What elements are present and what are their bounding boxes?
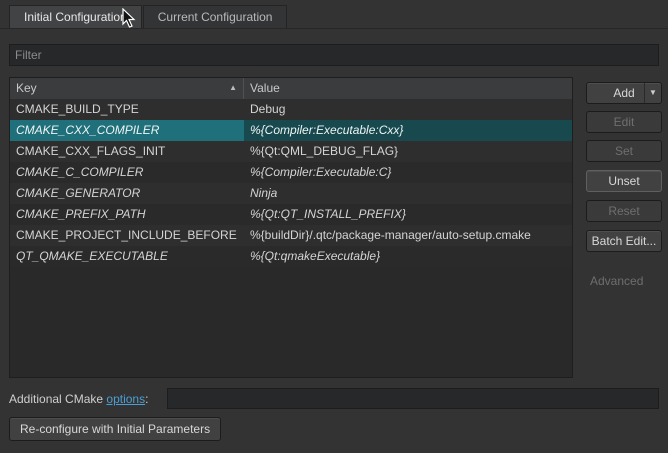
cmake-configuration-panel: Initial Configuration Current Configurat… xyxy=(0,0,668,453)
set-button[interactable]: Set xyxy=(586,140,662,162)
sort-ascending-icon: ▲ xyxy=(229,84,237,92)
table-row[interactable]: CMAKE_PROJECT_INCLUDE_BEFORE%{buildDir}/… xyxy=(10,225,572,246)
row-key[interactable]: CMAKE_PREFIX_PATH xyxy=(10,204,244,225)
row-value[interactable]: Ninja xyxy=(244,183,572,204)
column-header-value-label: Value xyxy=(250,81,280,95)
row-key[interactable]: CMAKE_BUILD_TYPE xyxy=(10,99,244,120)
options-label-suffix: : xyxy=(145,392,148,406)
table-body: CMAKE_BUILD_TYPEDebugCMAKE_CXX_COMPILER%… xyxy=(10,99,572,377)
row-key[interactable]: CMAKE_CXX_FLAGS_INIT xyxy=(10,141,244,162)
table-row[interactable]: QT_QMAKE_EXECUTABLE%{Qt:qmakeExecutable} xyxy=(10,246,572,267)
table-row[interactable]: CMAKE_BUILD_TYPEDebug xyxy=(10,99,572,120)
row-value[interactable]: %{Compiler:Executable:C} xyxy=(244,162,572,183)
add-button[interactable]: Add ▼ xyxy=(586,82,662,104)
column-header-value[interactable]: Value xyxy=(244,78,572,99)
reset-button[interactable]: Reset xyxy=(586,200,662,222)
tab-pane-divider xyxy=(0,28,668,29)
additional-cmake-options-input[interactable] xyxy=(167,388,659,409)
table-header: Key ▲ Value xyxy=(10,78,572,100)
tab-current-configuration[interactable]: Current Configuration xyxy=(143,5,288,28)
column-header-key-label: Key xyxy=(16,81,37,95)
row-key[interactable]: CMAKE_PROJECT_INCLUDE_BEFORE xyxy=(10,225,244,246)
row-value[interactable]: Debug xyxy=(244,99,572,120)
filter-input[interactable] xyxy=(9,44,659,66)
configuration-table: Key ▲ Value CMAKE_BUILD_TYPEDebugCMAKE_C… xyxy=(9,77,573,378)
reconfigure-button[interactable]: Re-configure with Initial Parameters xyxy=(9,417,221,441)
configuration-tabbar: Initial Configuration Current Configurat… xyxy=(9,5,288,28)
row-value[interactable]: %{Compiler:Executable:Cxx} xyxy=(244,120,572,141)
table-row[interactable]: CMAKE_PREFIX_PATH%{Qt:QT_INSTALL_PREFIX} xyxy=(10,204,572,225)
table-row[interactable]: CMAKE_CXX_COMPILER%{Compiler:Executable:… xyxy=(10,120,572,141)
table-row[interactable]: CMAKE_CXX_FLAGS_INIT%{Qt:QML_DEBUG_FLAG} xyxy=(10,141,572,162)
advanced-button[interactable]: Advanced xyxy=(590,274,643,288)
options-link[interactable]: options xyxy=(106,392,145,406)
batch-edit-button[interactable]: Batch Edit... xyxy=(586,230,662,252)
additional-cmake-options-label: Additional CMake options: xyxy=(9,392,148,406)
row-value[interactable]: %{Qt:QML_DEBUG_FLAG} xyxy=(244,141,572,162)
row-key[interactable]: CMAKE_C_COMPILER xyxy=(10,162,244,183)
tab-initial-configuration[interactable]: Initial Configuration xyxy=(9,5,142,28)
add-button-label: Add xyxy=(613,86,634,100)
row-key[interactable]: CMAKE_GENERATOR xyxy=(10,183,244,204)
edit-button[interactable]: Edit xyxy=(586,111,662,133)
table-row[interactable]: CMAKE_C_COMPILER%{Compiler:Executable:C} xyxy=(10,162,572,183)
table-row[interactable]: CMAKE_GENERATORNinja xyxy=(10,183,572,204)
row-value[interactable]: %{Qt:QT_INSTALL_PREFIX} xyxy=(244,204,572,225)
unset-button[interactable]: Unset xyxy=(586,170,662,192)
row-key[interactable]: QT_QMAKE_EXECUTABLE xyxy=(10,246,244,267)
column-header-key[interactable]: Key ▲ xyxy=(10,78,244,99)
row-value[interactable]: %{buildDir}/.qtc/package-manager/auto-se… xyxy=(244,225,572,246)
add-dropdown-arrow-icon[interactable]: ▼ xyxy=(644,83,661,103)
options-label-prefix: Additional CMake xyxy=(9,392,106,406)
row-key[interactable]: CMAKE_CXX_COMPILER xyxy=(10,120,244,141)
row-value[interactable]: %{Qt:qmakeExecutable} xyxy=(244,246,572,267)
